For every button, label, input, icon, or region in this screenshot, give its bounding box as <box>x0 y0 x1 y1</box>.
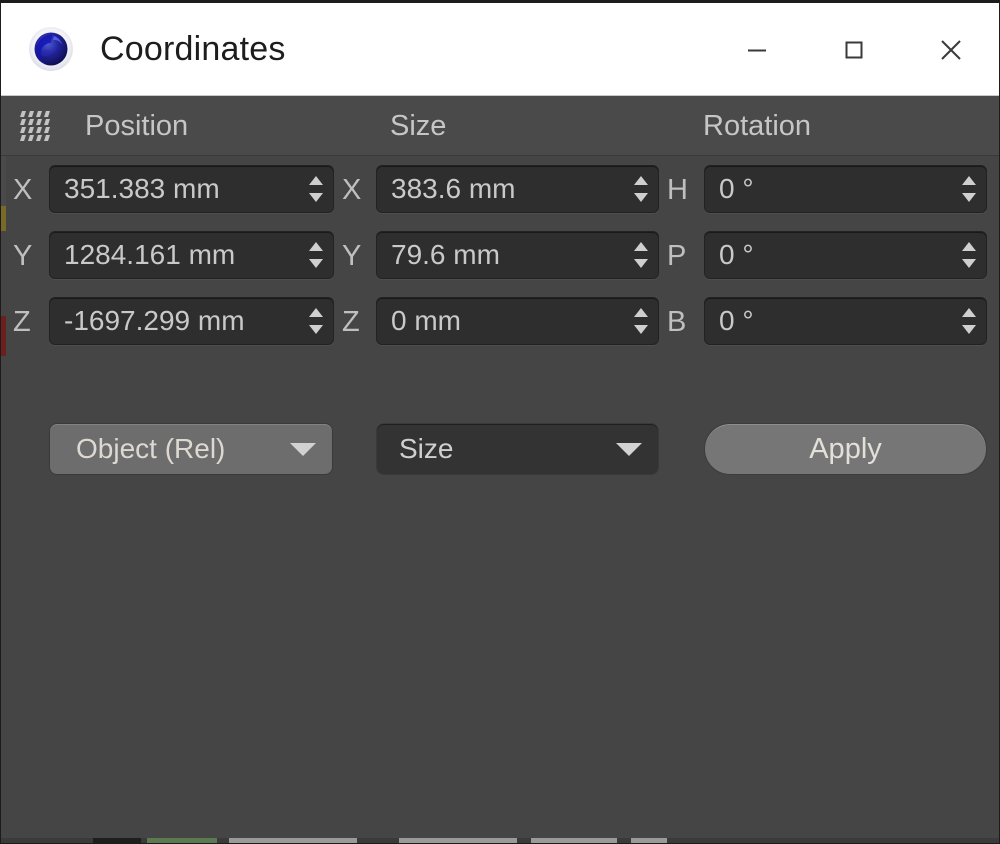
position-z-spinner-icon[interactable] <box>303 298 327 344</box>
close-button[interactable] <box>902 3 999 96</box>
size-z-value[interactable]: 0 mm <box>377 305 628 337</box>
rotation-axis-label-b: B <box>667 306 687 338</box>
apply-button[interactable]: Apply <box>704 423 987 475</box>
rotation-p-spinner-icon[interactable] <box>956 232 980 278</box>
rotation-b-field[interactable]: 0 ° <box>704 297 987 345</box>
reference-mode-label: Object (Rel) <box>76 433 226 464</box>
coordinates-panel: Position Size Rotation X 351.383 mm X 38… <box>1 96 999 843</box>
coordinates-window: Coordinates Position Size Rotation X 351… <box>0 0 1000 844</box>
size-axis-label-x: X <box>342 174 362 206</box>
size-y-value[interactable]: 79.6 mm <box>377 239 628 271</box>
window-controls <box>708 3 999 96</box>
coordinate-fields: X 351.383 mm X 383.6 mm H 0 ° Y 1284.161… <box>1 156 999 475</box>
minimize-icon <box>747 49 766 51</box>
column-header-row: Position Size Rotation <box>1 96 999 156</box>
size-z-spinner-icon[interactable] <box>628 298 652 344</box>
minimize-button[interactable] <box>708 3 805 96</box>
rotation-axis-label-p: P <box>667 240 687 272</box>
rotation-b-value[interactable]: 0 ° <box>705 305 956 337</box>
maximize-icon <box>845 41 862 58</box>
panel-controls-row: Object (Rel) Size Apply <box>1 414 999 484</box>
rotation-p-field[interactable]: 0 ° <box>704 231 987 279</box>
column-header-rotation: Rotation <box>703 110 812 142</box>
maximize-button[interactable] <box>805 3 902 96</box>
size-y-field[interactable]: 79.6 mm <box>376 231 659 279</box>
size-x-field[interactable]: 383.6 mm <box>376 165 659 213</box>
coordinate-row: Y 1284.161 mm Y 79.6 mm P 0 ° <box>1 222 999 288</box>
cinema4d-logo-icon <box>28 26 74 72</box>
size-mode-label: Size <box>399 433 454 464</box>
coordinate-row: X 351.383 mm X 383.6 mm H 0 ° <box>1 156 999 222</box>
reference-mode-dropdown[interactable]: Object (Rel) <box>49 423 333 475</box>
position-y-value[interactable]: 1284.161 mm <box>50 239 303 271</box>
size-mode-dropdown[interactable]: Size <box>376 423 659 475</box>
size-z-field[interactable]: 0 mm <box>376 297 659 345</box>
desktop-sliver <box>1 838 999 843</box>
rotation-h-field[interactable]: 0 ° <box>704 165 987 213</box>
window-title: Coordinates <box>100 29 286 68</box>
size-axis-label-y: Y <box>342 240 362 272</box>
position-z-field[interactable]: -1697.299 mm <box>49 297 334 345</box>
position-y-spinner-icon[interactable] <box>303 232 327 278</box>
size-axis-label-z: Z <box>342 306 360 338</box>
position-x-spinner-icon[interactable] <box>303 166 327 212</box>
chevron-down-icon <box>616 442 642 456</box>
rotation-p-value[interactable]: 0 ° <box>705 239 956 271</box>
title-bar[interactable]: Coordinates <box>1 3 999 96</box>
position-y-field[interactable]: 1284.161 mm <box>49 231 334 279</box>
position-x-field[interactable]: 351.383 mm <box>49 165 334 213</box>
coordinate-row: Z -1697.299 mm Z 0 mm B 0 ° <box>1 288 999 354</box>
size-y-spinner-icon[interactable] <box>628 232 652 278</box>
column-header-size: Size <box>390 110 447 142</box>
drag-grip-icon[interactable] <box>20 111 55 143</box>
position-x-value[interactable]: 351.383 mm <box>50 173 303 205</box>
apply-button-label: Apply <box>809 432 882 465</box>
rotation-axis-label-h: H <box>667 174 688 206</box>
column-header-position: Position <box>85 110 189 142</box>
size-x-spinner-icon[interactable] <box>628 166 652 212</box>
rotation-b-spinner-icon[interactable] <box>956 298 980 344</box>
position-axis-label-y: Y <box>13 240 33 272</box>
close-icon <box>940 39 961 60</box>
position-axis-label-x: X <box>13 174 33 206</box>
position-z-value[interactable]: -1697.299 mm <box>50 305 303 337</box>
size-x-value[interactable]: 383.6 mm <box>377 173 628 205</box>
chevron-down-icon <box>290 442 316 456</box>
position-axis-label-z: Z <box>13 306 31 338</box>
rotation-h-value[interactable]: 0 ° <box>705 173 956 205</box>
rotation-h-spinner-icon[interactable] <box>956 166 980 212</box>
